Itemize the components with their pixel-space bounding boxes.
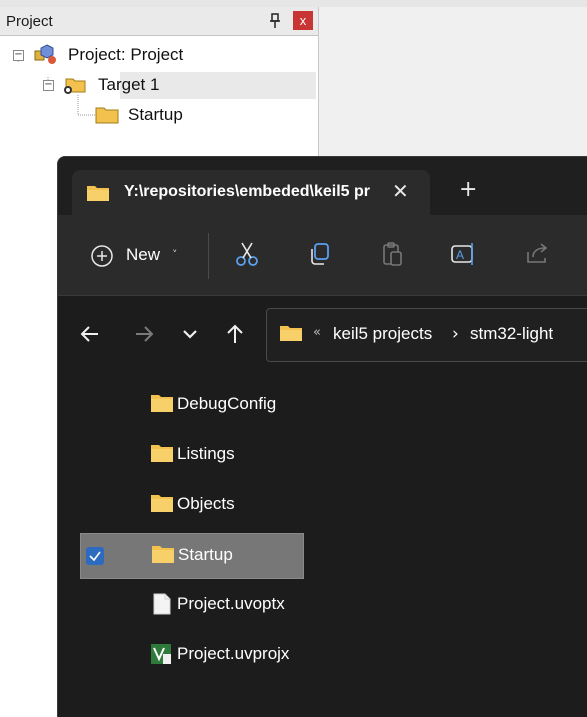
list-item-project-uvoptx[interactable]: Project.uvoptx: [80, 583, 302, 627]
list-item-debugconfig[interactable]: DebugConfig: [80, 383, 302, 427]
folder-icon: [152, 546, 174, 563]
file-name: Listings: [177, 444, 235, 463]
folder-icon: [151, 395, 173, 412]
tab-title: Y:\repositories\embeded\keil5 projects\s…: [124, 183, 370, 200]
file-name: Startup: [178, 545, 233, 564]
breadcrumb-keil5-projects[interactable]: keil5 projects: [333, 324, 432, 344]
navigation-bar: « keil5 projects › stm32-light: [58, 296, 587, 376]
back-arrow-icon[interactable]: [78, 322, 102, 346]
panel-title: Project: [6, 13, 53, 30]
panel-close-button[interactable]: x: [293, 11, 313, 30]
overflow-chevron-icon[interactable]: «: [313, 325, 321, 340]
folder-icon: [95, 107, 119, 124]
list-item-objects[interactable]: Objects: [80, 483, 302, 527]
up-arrow-icon[interactable]: [223, 322, 247, 346]
tree-label: Startup: [128, 105, 183, 124]
project-icon: [34, 44, 56, 64]
command-bar: New ˅ A: [58, 215, 587, 296]
collapse-toggle[interactable]: −: [43, 80, 54, 91]
collapse-toggle[interactable]: −: [13, 50, 24, 61]
rename-icon[interactable]: A: [450, 240, 478, 268]
folder-icon: [151, 495, 173, 512]
forward-arrow-icon[interactable]: [132, 322, 156, 346]
recent-locations-chevron-icon[interactable]: [178, 322, 202, 346]
list-item-startup[interactable]: Startup: [80, 533, 304, 579]
panel-titlebar: Project x: [0, 7, 318, 36]
file-icon: [153, 593, 171, 615]
file-explorer-window: Y:\repositories\embeded\keil5 projects\s…: [57, 156, 587, 717]
folder-icon: [280, 326, 302, 341]
tab-close-icon[interactable]: ✕: [392, 179, 409, 203]
tree-item-startup[interactable]: Startup: [0, 101, 318, 129]
file-name: Project.uvprojx: [177, 644, 290, 663]
tree-item-target[interactable]: − Target 1: [0, 71, 318, 99]
folder-icon: [151, 445, 173, 462]
pin-icon[interactable]: [268, 13, 282, 29]
keil-project-icon: [151, 644, 171, 664]
list-item-listings[interactable]: Listings: [80, 433, 302, 477]
file-name: Objects: [177, 494, 235, 513]
tab-current-folder[interactable]: Y:\repositories\embeded\keil5 projects\s…: [72, 170, 430, 215]
new-label: New: [126, 245, 161, 264]
copy-icon[interactable]: [306, 240, 334, 268]
breadcrumb-separator-icon[interactable]: ›: [452, 324, 459, 344]
list-item-project-uvprojx[interactable]: Project.uvprojx: [80, 633, 302, 677]
tree-label: Project: Project: [68, 45, 184, 64]
tree-label: Target 1: [98, 75, 160, 94]
tree-item-project[interactable]: − Project: Project: [0, 41, 318, 69]
checkmark-icon: [89, 551, 101, 562]
folder-icon: [87, 186, 109, 201]
share-icon[interactable]: [523, 240, 551, 268]
selection-checkbox[interactable]: [86, 547, 104, 565]
target-folder-icon: [64, 78, 86, 94]
chevron-down-icon: ˅: [172, 248, 178, 261]
file-name: DebugConfig: [177, 394, 277, 413]
breadcrumb-stm32-light[interactable]: stm32-light: [470, 324, 553, 344]
background-area: [319, 7, 587, 157]
svg-text:A: A: [456, 248, 464, 262]
tab-strip: Y:\repositories\embeded\keil5 projects\s…: [58, 157, 587, 215]
paste-icon[interactable]: [378, 240, 406, 268]
address-bar[interactable]: « keil5 projects › stm32-light: [266, 308, 587, 362]
plus-circle-icon: [91, 245, 113, 267]
file-name: Project.uvoptx: [177, 594, 285, 613]
cut-icon[interactable]: [233, 240, 261, 268]
toolbar-separator: [208, 233, 209, 279]
new-tab-button[interactable]: +: [459, 177, 477, 202]
